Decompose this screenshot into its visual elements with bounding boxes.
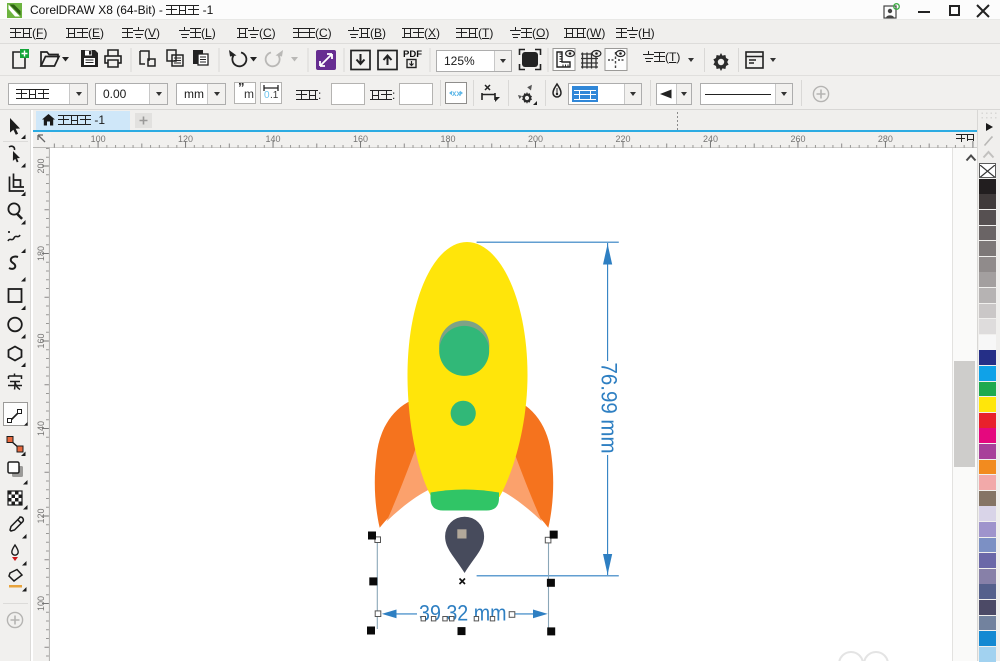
svg-text:220: 220	[615, 134, 630, 144]
svg-text:200: 200	[36, 158, 46, 173]
svg-text:100: 100	[36, 596, 46, 611]
svg-text:180: 180	[36, 246, 46, 261]
svg-text:120: 120	[178, 134, 193, 144]
svg-text:280: 280	[878, 134, 893, 144]
svg-text:140: 140	[266, 134, 281, 144]
svg-text:260: 260	[790, 134, 805, 144]
svg-text:39.32 mm: 39.32 mm	[419, 601, 507, 626]
svg-text:180: 180	[441, 134, 456, 144]
svg-text:160: 160	[36, 333, 46, 348]
svg-text:76.99 mm: 76.99 mm	[597, 363, 622, 454]
svg-text:PDF: PDF	[403, 49, 422, 60]
svg-text:240: 240	[703, 134, 718, 144]
svg-text:200: 200	[528, 134, 543, 144]
svg-text:160: 160	[353, 134, 368, 144]
svg-text:140: 140	[36, 421, 46, 436]
svg-text:xx: xx	[452, 89, 461, 98]
svg-text:100: 100	[91, 134, 106, 144]
svg-text:120: 120	[36, 508, 46, 523]
